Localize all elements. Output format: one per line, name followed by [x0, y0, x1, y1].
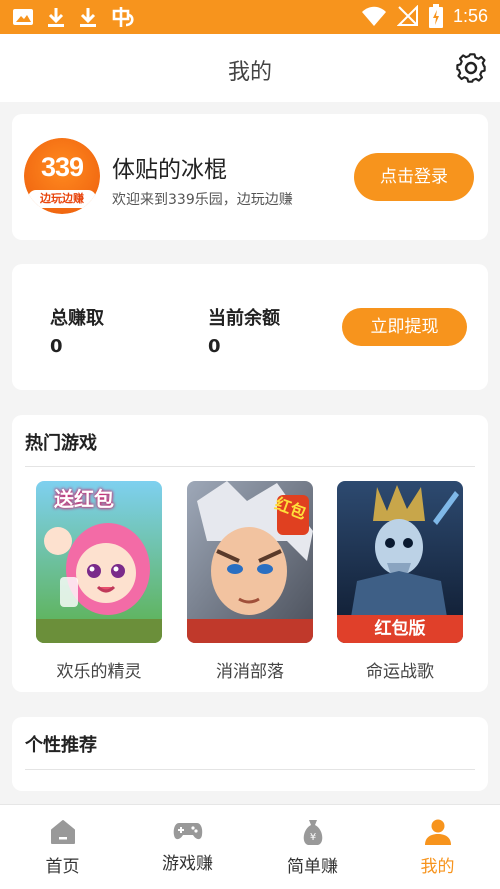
- game-name[interactable]: 命运战歌: [337, 657, 463, 682]
- section-divider: [25, 769, 475, 770]
- bottom-tab-bar: 首页 游戏赚 ¥ 简单赚 我的: [0, 804, 500, 889]
- clock: 1:56: [452, 5, 488, 26]
- logo-tagline: 边玩边赚: [28, 190, 96, 208]
- tab-label: 游戏赚: [162, 854, 213, 874]
- total-earned-label: 总赚取: [50, 308, 104, 329]
- game-card[interactable]: 红包版 命运战歌: [337, 481, 463, 682]
- tab-game-earn[interactable]: 游戏赚: [125, 805, 250, 889]
- app-logo: 339 边玩边赚: [24, 138, 100, 214]
- tab-home[interactable]: 首页: [0, 805, 125, 889]
- home-icon: [50, 820, 75, 844]
- hot-games-title: 热门游戏: [25, 433, 97, 454]
- tab-simple-earn[interactable]: ¥ 简单赚: [250, 805, 375, 889]
- game-card[interactable]: 红包 消消部落: [187, 481, 313, 682]
- game-thumbnail[interactable]: 红包版: [337, 481, 463, 643]
- wifi-icon: [361, 6, 386, 26]
- tab-mine[interactable]: 我的: [375, 805, 500, 889]
- download-icon: [80, 8, 96, 27]
- image-icon: [13, 9, 33, 25]
- hot-games-card: 热门游戏 送红包 欢乐的精灵 红包 消消部落 红包版 命运战歌: [12, 415, 488, 692]
- battery-charging-icon: [428, 4, 443, 28]
- gear-icon[interactable]: [454, 51, 488, 85]
- total-earned-value: 0: [50, 336, 63, 357]
- recommend-title: 个性推荐: [25, 735, 97, 756]
- balance-value: 0: [208, 336, 221, 357]
- game-name[interactable]: 欢乐的精灵: [36, 657, 162, 682]
- profile-card: 339 边玩边赚 体贴的冰棍 欢迎来到339乐园，边玩边赚 点击登录: [12, 114, 488, 240]
- welcome-text: 欢迎来到339乐园，边玩边赚: [112, 192, 293, 208]
- earnings-card: 总赚取 0 当前余额 0 立即提现: [12, 264, 488, 390]
- logo-number: 339: [40, 152, 84, 182]
- login-button[interactable]: 点击登录: [354, 153, 474, 201]
- download-icon: [48, 8, 64, 27]
- person-icon: [424, 819, 451, 845]
- bug-icon: [112, 7, 134, 27]
- tab-label: 首页: [45, 857, 80, 877]
- balance-stat: 当前余额 0: [208, 304, 280, 357]
- page-title: 我的: [227, 60, 272, 85]
- recommend-card: 个性推荐: [12, 717, 488, 791]
- game-card[interactable]: 送红包 欢乐的精灵: [36, 481, 162, 682]
- page-header: 我的: [0, 34, 500, 102]
- game-banner: 送红包: [54, 487, 114, 511]
- svg-text:¥: ¥: [309, 832, 315, 843]
- tab-label: 我的: [420, 857, 455, 877]
- game-thumbnail[interactable]: 红包: [187, 481, 313, 643]
- withdraw-button[interactable]: 立即提现: [342, 308, 467, 346]
- username: 体贴的冰棍: [112, 157, 227, 183]
- no-signal-icon: [396, 5, 418, 26]
- status-bar: 1:56: [0, 0, 500, 34]
- total-earned-stat: 总赚取 0: [50, 304, 104, 357]
- money-bag-icon: ¥: [303, 820, 322, 845]
- balance-label: 当前余额: [208, 308, 280, 329]
- game-banner: 红包版: [337, 615, 463, 643]
- section-divider: [25, 466, 475, 467]
- game-name[interactable]: 消消部落: [187, 657, 313, 682]
- gamepad-icon: [173, 823, 202, 840]
- game-thumbnail[interactable]: 送红包: [36, 481, 162, 643]
- tab-label: 简单赚: [287, 857, 338, 877]
